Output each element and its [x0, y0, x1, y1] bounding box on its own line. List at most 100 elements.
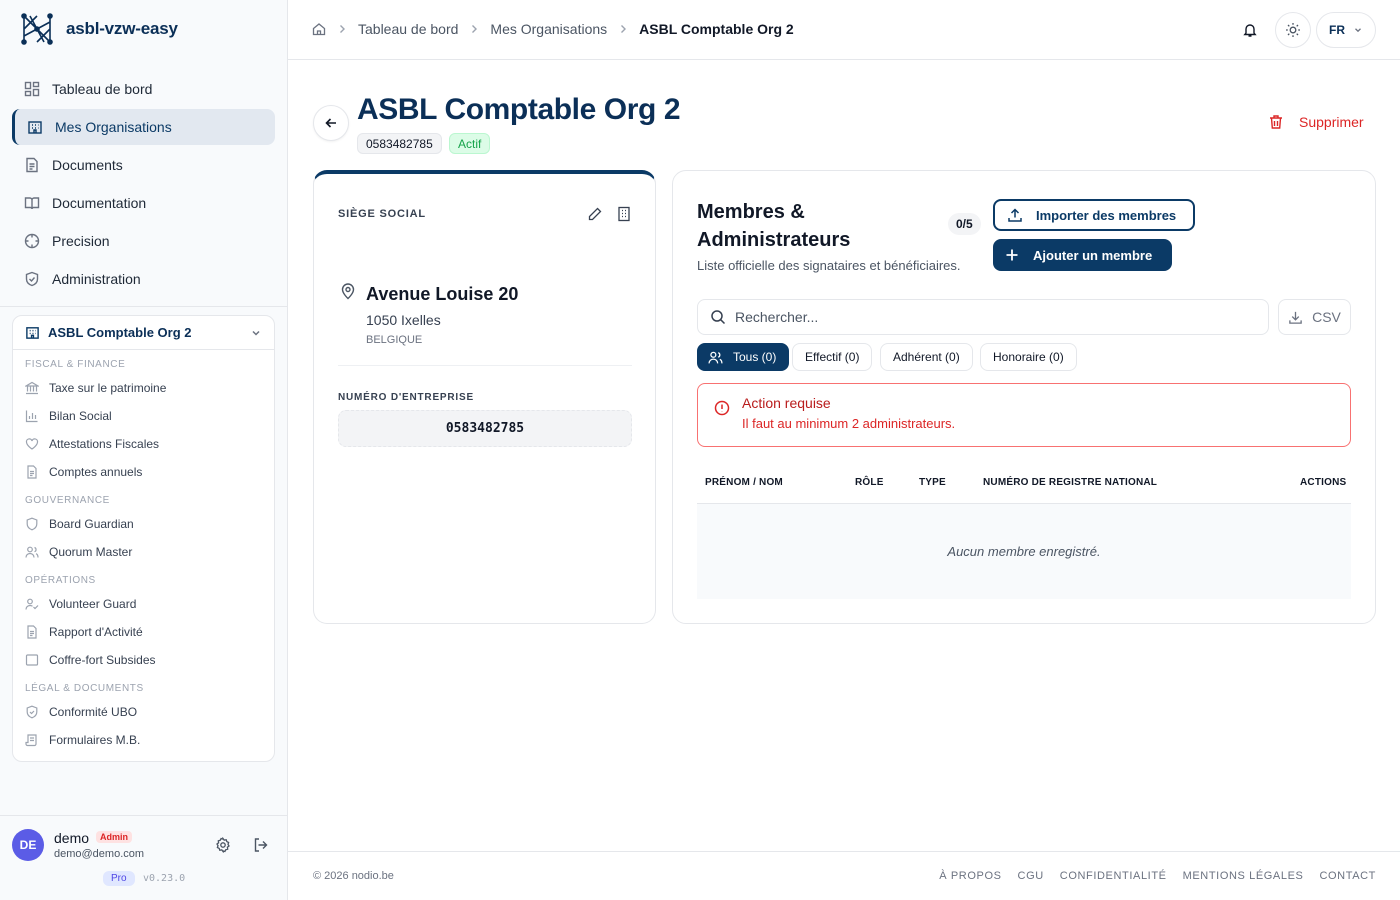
footer: © 2026 nodio.be À PROPOS CGU CONFIDENTIA…	[288, 851, 1400, 900]
address-city: 1050 Ixelles	[366, 312, 441, 328]
enterprise-number-chip: 0583482785	[357, 133, 442, 154]
map-pin-icon	[341, 283, 355, 300]
theme-toggle-button[interactable]	[1275, 12, 1311, 48]
plus-icon	[1006, 249, 1018, 261]
page-title: ASBL Comptable Org 2	[357, 93, 681, 126]
topbar: Tableau de bord Mes Organisations ASBL C…	[288, 0, 1400, 60]
role-badge: Admin	[96, 831, 132, 843]
menu-item-formulaires-mb[interactable]: Formulaires M.B.	[13, 726, 274, 754]
download-icon	[1289, 311, 1302, 324]
chevron-right-icon	[472, 25, 478, 33]
members-count-badge: 0/5	[948, 213, 981, 235]
members-subtitle: Liste officielle des signataires et béné…	[697, 258, 961, 273]
menu-item-label: Comptes annuels	[49, 465, 143, 479]
divider	[338, 365, 632, 366]
org-switcher[interactable]: ASBL Comptable Org 2	[13, 316, 274, 350]
shield-check-icon	[25, 271, 39, 287]
menu-item-volunteer-guard[interactable]: Volunteer Guard	[13, 590, 274, 618]
footer-link-mentions[interactable]: MENTIONS LÉGALES	[1183, 870, 1304, 882]
menu-item-label: Formulaires M.B.	[49, 733, 141, 747]
filter-honoraire[interactable]: Honoraire (0)	[980, 343, 1077, 371]
filter-label: Adhérent (0)	[893, 350, 960, 364]
add-member-button[interactable]: Ajouter un membre	[993, 239, 1172, 271]
menu-item-label: Coffre-fort Subsides	[49, 653, 156, 667]
delete-button[interactable]: Supprimer	[1268, 114, 1364, 130]
footer-link-contact[interactable]: CONTACT	[1319, 870, 1376, 882]
user-check-icon	[25, 598, 39, 610]
nav-item-label: Precision	[52, 233, 110, 249]
menu-item-quorum-master[interactable]: Quorum Master	[13, 538, 274, 566]
column-header-type[interactable]: TYPE	[919, 477, 946, 488]
nav-item-label: Mes Organisations	[55, 119, 172, 135]
filter-adherent[interactable]: Adhérent (0)	[880, 343, 973, 371]
csv-label: CSV	[1312, 309, 1341, 325]
sidebar-divider	[0, 306, 287, 307]
back-button[interactable]	[313, 105, 349, 141]
notifications-button[interactable]	[1232, 12, 1268, 48]
members-title-line2: Administrateurs	[697, 229, 851, 251]
pencil-icon[interactable]	[587, 206, 603, 222]
logout-icon[interactable]	[253, 837, 269, 853]
home-icon[interactable]	[312, 22, 326, 36]
menu-item-label: Board Guardian	[49, 517, 134, 531]
menu-item-comptes-annuels[interactable]: Comptes annuels	[13, 458, 274, 486]
search-icon	[711, 310, 726, 325]
user-email: demo@demo.com	[54, 848, 145, 860]
footer-link-apropos[interactable]: À PROPOS	[939, 870, 1001, 882]
nav-item-administration[interactable]: Administration	[12, 261, 275, 297]
breadcrumb-organisations[interactable]: Mes Organisations	[490, 21, 607, 37]
column-header-registre[interactable]: NUMÉRO DE REGISTRE NATIONAL	[983, 477, 1157, 488]
menu-item-board-guardian[interactable]: Board Guardian	[13, 510, 274, 538]
footer-link-confidentialite[interactable]: CONFIDENTIALITÉ	[1060, 870, 1167, 882]
nav-item-documents[interactable]: Documents	[12, 147, 275, 183]
gear-icon[interactable]	[215, 837, 231, 853]
document-icon	[26, 157, 38, 173]
menu-item-bilan-social[interactable]: Bilan Social	[13, 402, 274, 430]
breadcrumb-dashboard[interactable]: Tableau de bord	[358, 21, 458, 37]
filter-label: Honoraire (0)	[993, 350, 1064, 364]
search-placeholder: Rechercher...	[735, 309, 819, 325]
dashboard-icon	[24, 81, 40, 97]
breadcrumb-current: ASBL Comptable Org 2	[639, 21, 794, 37]
filter-effectif[interactable]: Effectif (0)	[792, 343, 873, 371]
footer-link-cgu[interactable]: CGU	[1018, 870, 1044, 882]
filter-tous[interactable]: Tous (0)	[697, 343, 790, 371]
nav-item-organisations[interactable]: Mes Organisations	[12, 109, 275, 145]
menu-item-taxe-patrimoine[interactable]: Taxe sur le patrimoine	[13, 374, 274, 402]
menu-item-label: Attestations Fiscales	[49, 437, 160, 451]
nav-item-documentation[interactable]: Documentation	[12, 185, 275, 221]
nav-item-dashboard[interactable]: Tableau de bord	[12, 71, 275, 107]
scroll-icon	[25, 734, 37, 747]
language-select[interactable]: FR	[1316, 12, 1376, 48]
enterprise-number-value[interactable]: 0583482785	[338, 410, 632, 447]
menu-item-rapport-activite[interactable]: Rapport d'Activité	[13, 618, 274, 646]
filter-label: Effectif (0)	[805, 350, 860, 364]
menu-item-attestations[interactable]: Attestations Fiscales	[13, 430, 274, 458]
users-icon	[708, 351, 723, 363]
siege-title: SIÈGE SOCIAL	[338, 208, 426, 220]
sun-icon	[1286, 23, 1300, 37]
section-title-gouvernance: GOUVERNANCE	[25, 495, 110, 506]
menu-item-conformite-ubo[interactable]: Conformité UBO	[13, 698, 274, 726]
building-icon[interactable]	[616, 206, 632, 222]
brand-logo[interactable]: asbl-vzw-easy	[20, 12, 178, 46]
menu-item-coffre-fort[interactable]: Coffre-fort Subsides	[13, 646, 274, 674]
book-icon	[24, 197, 40, 210]
users-icon	[25, 546, 39, 558]
status-badge: Actif	[449, 133, 491, 154]
search-input[interactable]: Rechercher...	[697, 299, 1269, 335]
vault-icon	[25, 654, 39, 666]
csv-export-button[interactable]: CSV	[1278, 299, 1351, 335]
filter-label: Tous (0)	[733, 350, 777, 364]
siege-social-card: SIÈGE SOCIAL Avenue Louise 20 1050 Ixell…	[313, 170, 656, 624]
column-header-role[interactable]: RÔLE	[855, 477, 884, 488]
section-title-operations: OPÉRATIONS	[25, 575, 96, 586]
import-members-button[interactable]: Importer des membres	[993, 199, 1195, 231]
avatar[interactable]: DE	[12, 829, 44, 861]
column-header-name[interactable]: PRÉNOM / NOM	[705, 477, 783, 488]
address-street: Avenue Louise 20	[366, 284, 519, 304]
add-label: Ajouter un membre	[1033, 247, 1153, 263]
copyright: © 2026 nodio.be	[313, 870, 394, 882]
language-value: FR	[1329, 23, 1345, 37]
nav-item-precision[interactable]: Precision	[12, 223, 275, 259]
